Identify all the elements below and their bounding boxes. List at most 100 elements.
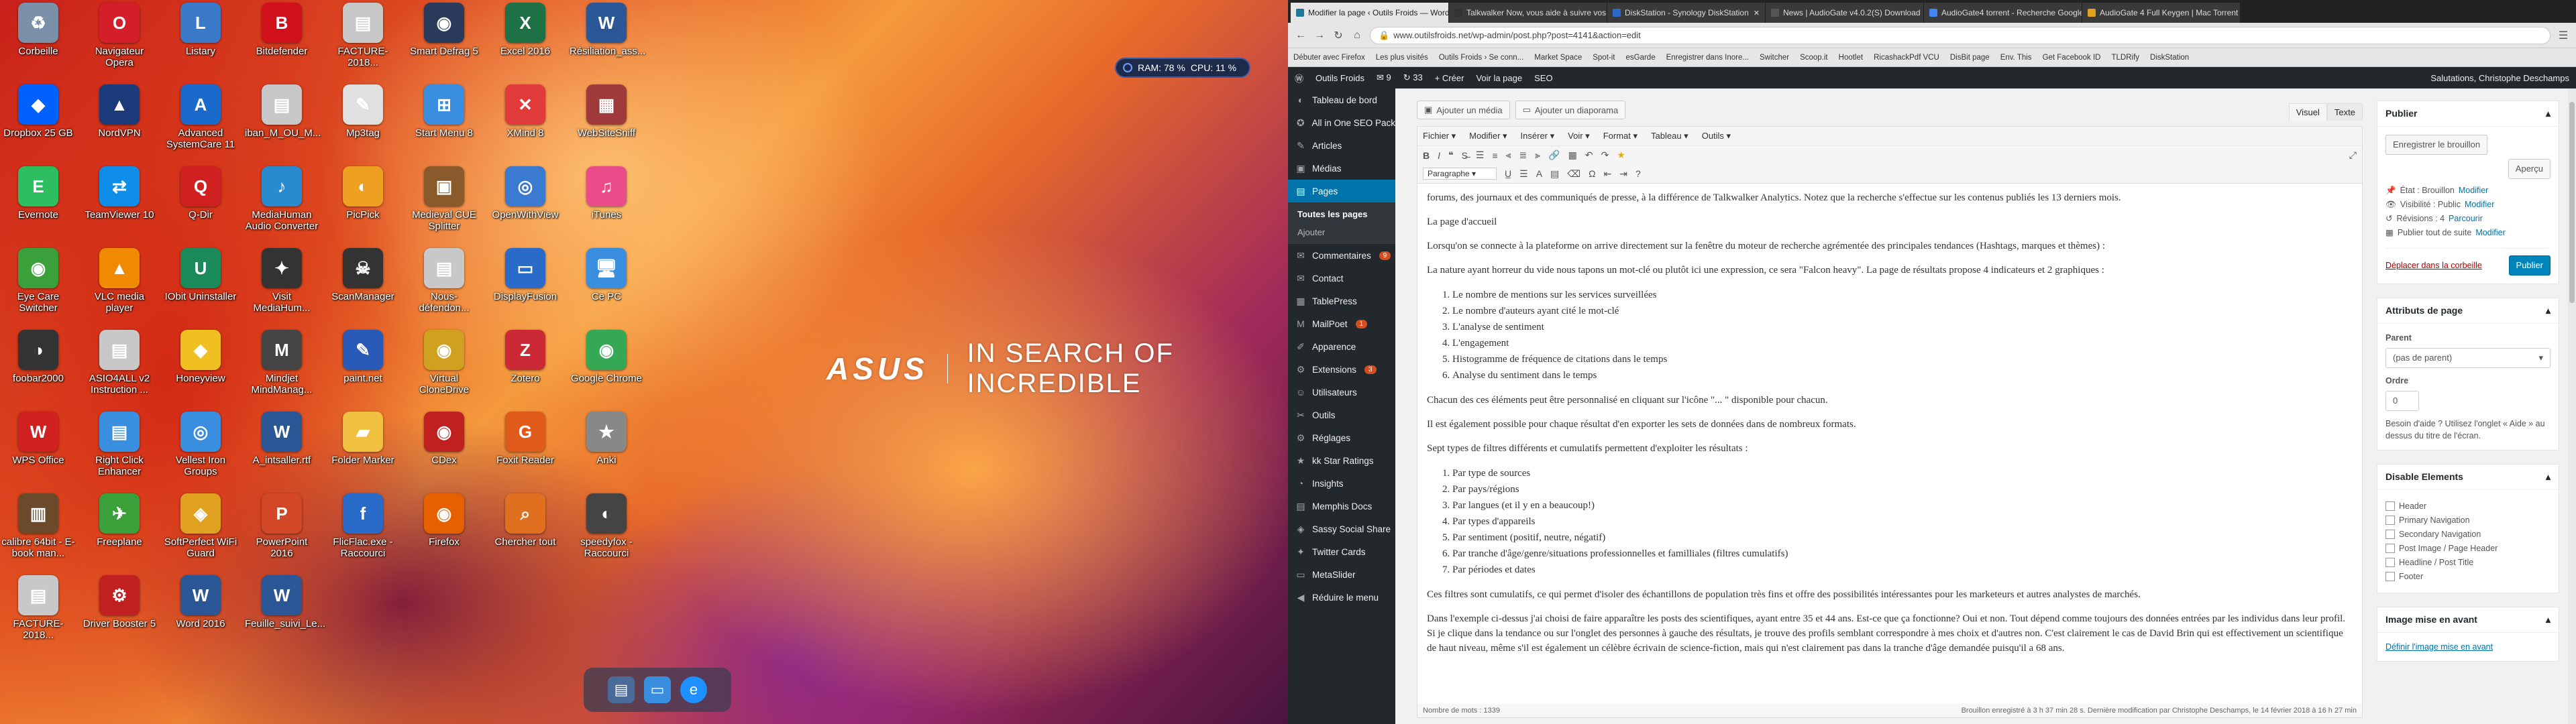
desktop-icon[interactable]: U IObit Uninstaller xyxy=(164,248,237,302)
redo-icon[interactable]: ↷ xyxy=(1601,149,1609,161)
desktop-icon[interactable]: Z Zotero xyxy=(488,330,562,384)
url-field[interactable]: 🔒 www.outilsfroids.net/wp-admin/post.php… xyxy=(1370,26,2551,44)
desktop-icon[interactable]: W Résiliation_ass... xyxy=(570,3,645,57)
desktop-icon[interactable]: A Advanced SystemCare 11 xyxy=(164,84,237,150)
collapse-icon[interactable]: ▴ xyxy=(2546,305,2551,316)
tab-visual[interactable]: Visuel xyxy=(2288,103,2327,121)
editor-menu-item[interactable]: Tableau ▾ xyxy=(1651,131,1688,141)
desktop-icon[interactable]: ✕ XMind 8 xyxy=(488,84,562,139)
admin-new[interactable]: + Créer xyxy=(1435,73,1464,83)
bookmark-item[interactable]: RicashackPdf VCU xyxy=(1874,54,1939,62)
scrollbar-thumb[interactable] xyxy=(2569,102,2575,303)
desktop-icon[interactable]: ▤ Nous-défendon... xyxy=(407,248,481,314)
disable-option[interactable]: Header xyxy=(2385,500,2551,512)
editor-menu-item[interactable]: Modifier ▾ xyxy=(1469,131,1507,141)
quote-icon[interactable]: ❝ xyxy=(1448,149,1454,161)
desktop-icon[interactable]: ♻ Corbeille xyxy=(1,3,75,57)
bookmark-item[interactable]: DisBit page xyxy=(1950,54,1990,62)
desktop-icon[interactable]: B Bitdefender xyxy=(245,3,319,57)
editor-menu-item[interactable]: Insérer ▾ xyxy=(1521,131,1555,141)
desktop-icon[interactable]: ◎ OpenWithView xyxy=(488,166,562,221)
browser-tab[interactable]: Talkwalker Now, vous aide à suivre vos m… xyxy=(1449,3,1607,23)
clear-format-icon[interactable]: ⌫ xyxy=(1567,168,1580,180)
checkbox[interactable] xyxy=(2385,544,2395,553)
sidebar-item[interactable]: ◐ Tableau de bord xyxy=(1288,88,1395,111)
tab-text[interactable]: Texte xyxy=(2326,103,2363,121)
justify-icon[interactable]: ☰ xyxy=(1519,168,1528,180)
sidebar-item[interactable]: ✂ Outils xyxy=(1288,404,1395,426)
desktop-icon[interactable]: ▲ NordVPN xyxy=(83,84,156,139)
collapse-icon[interactable]: ▴ xyxy=(2546,614,2551,625)
sidebar-item[interactable]: ◈ Sassy Social Share xyxy=(1288,518,1395,540)
desktop-icon[interactable]: ✎ paint.net xyxy=(326,330,400,384)
desktop-icon[interactable]: W Word 2016 xyxy=(164,575,237,629)
checkbox[interactable] xyxy=(2385,572,2395,581)
editor-menu-item[interactable]: Format ▾ xyxy=(1603,131,1638,141)
bookmark-item[interactable]: Débuter avec Firefox xyxy=(1293,54,1365,62)
desktop-icon[interactable]: ◎ Vellest Iron Groups xyxy=(164,412,237,477)
edit-schedule-link[interactable]: Modifier xyxy=(2475,227,2505,239)
publish-button[interactable]: Publier xyxy=(2508,255,2551,276)
text-color-icon[interactable]: A xyxy=(1536,168,1542,179)
checkbox[interactable] xyxy=(2385,516,2395,525)
sidebar-item[interactable]: ✪ All in One SEO Pack xyxy=(1288,111,1395,134)
editor-menu-item[interactable]: Outils ▾ xyxy=(1702,131,1731,141)
dock-ie-icon[interactable]: e xyxy=(680,676,707,703)
sidebar-item[interactable]: ✉ Commentaires 9 xyxy=(1288,244,1395,267)
desktop-icon[interactable]: ▣ Medieval CUE Splitter xyxy=(407,166,481,232)
editor-menu-item[interactable]: Voir ▾ xyxy=(1568,131,1590,141)
paragraph-format-select[interactable]: Paragraphe ▾ xyxy=(1423,168,1497,180)
desktop-icon[interactable]: ▤ FACTURE-2018... xyxy=(326,3,400,68)
sidebar-item[interactable]: ☺ Utilisateurs xyxy=(1288,381,1395,404)
desktop-icon[interactable]: ▤ iban_M_OU_M... xyxy=(245,84,321,139)
italic-icon[interactable]: I xyxy=(1438,150,1440,161)
bold-icon[interactable]: B xyxy=(1423,150,1430,161)
dock-folder-icon[interactable]: ▤ xyxy=(608,676,635,703)
trash-link[interactable]: Déplacer dans la corbeille xyxy=(2385,259,2482,272)
save-draft-button[interactable]: Enregistrer le brouillon xyxy=(2385,135,2488,155)
close-icon[interactable]: ✕ xyxy=(1754,9,1760,17)
disable-option[interactable]: Post Image / Page Header xyxy=(2385,542,2551,554)
bookmark-item[interactable]: Outils Froids › Se conn... xyxy=(1439,54,1524,62)
browse-revisions-link[interactable]: Parcourir xyxy=(2449,213,2483,225)
align-left-icon[interactable]: ⫷ xyxy=(1506,149,1511,161)
desktop-icon[interactable]: ▥ calibre 64bit - E-book man... xyxy=(1,493,75,559)
parent-select[interactable]: (pas de parent) ▾ xyxy=(2385,348,2551,368)
admin-comments[interactable]: ✉ 9 xyxy=(1377,72,1391,83)
browser-tab[interactable]: DiskStation - Synology DiskStation ✕ xyxy=(1607,3,1766,23)
desktop-icon[interactable]: ✦ Visit MediaHum... xyxy=(245,248,319,314)
browser-tab[interactable]: Modifier la page ‹ Outils Froids — WordP… xyxy=(1291,3,1449,23)
bookmark-item[interactable]: Scoop.it xyxy=(1800,54,1828,62)
editor-content[interactable]: forums, des journaux et des communiqués … xyxy=(1417,184,2363,707)
desktop-icon[interactable]: ◐ speedyfox - Raccourci xyxy=(570,493,643,559)
bookmark-item[interactable]: Spot-it xyxy=(1593,54,1615,62)
sidebar-item[interactable]: ◀ Réduire le menu xyxy=(1288,586,1395,609)
dock-computer-icon[interactable]: ▭ xyxy=(644,676,671,703)
menu-icon[interactable]: ☰ xyxy=(2557,29,2569,42)
desktop-icon[interactable]: ◉ Smart Defrag 5 xyxy=(407,3,481,57)
wp-logo-icon[interactable]: Ⓦ xyxy=(1295,72,1303,84)
number-list-icon[interactable]: ≡ xyxy=(1492,150,1497,161)
desktop-icon[interactable]: W A_intsaller.rtf xyxy=(245,412,319,466)
desktop-icon[interactable]: ◐ PicPick xyxy=(326,166,400,221)
outdent-icon[interactable]: ⇤ xyxy=(1604,168,1612,180)
desktop-icon[interactable]: ⇄ TeamViewer 10 xyxy=(83,166,156,221)
bookmark-item[interactable]: TLDRify xyxy=(2112,54,2140,62)
special-char-icon[interactable]: Ω xyxy=(1589,168,1595,179)
editor-menu-item[interactable]: Fichier ▾ xyxy=(1423,131,1456,141)
submenu-item[interactable]: Ajouter xyxy=(1288,223,1395,241)
desktop-icon[interactable]: E Evernote xyxy=(1,166,75,221)
order-input[interactable]: 0 xyxy=(2385,391,2419,411)
desktop-icon[interactable]: ◆ Honeyview xyxy=(164,330,237,384)
admin-view-page[interactable]: Voir la page xyxy=(1476,73,1522,83)
desktop-icon[interactable]: P PowerPoint 2016 xyxy=(245,493,319,559)
admin-seo[interactable]: SEO xyxy=(1534,73,1552,83)
set-featured-image-link[interactable]: Définir l'image mise en avant xyxy=(2385,642,2493,652)
sidebar-item[interactable]: ✎ Articles xyxy=(1288,134,1395,157)
desktop-icon[interactable]: 🖥 Ce PC xyxy=(570,248,643,302)
page-scrollbar[interactable] xyxy=(2568,88,2576,724)
sidebar-item[interactable]: ▤ Memphis Docs xyxy=(1288,495,1395,518)
sidebar-item[interactable]: ✦ Twitter Cards xyxy=(1288,540,1395,563)
browser-tab[interactable]: AudioGate4 torrent - Recherche Google✕ xyxy=(1924,3,2082,23)
sidebar-item[interactable]: ▭ MetaSlider xyxy=(1288,563,1395,586)
